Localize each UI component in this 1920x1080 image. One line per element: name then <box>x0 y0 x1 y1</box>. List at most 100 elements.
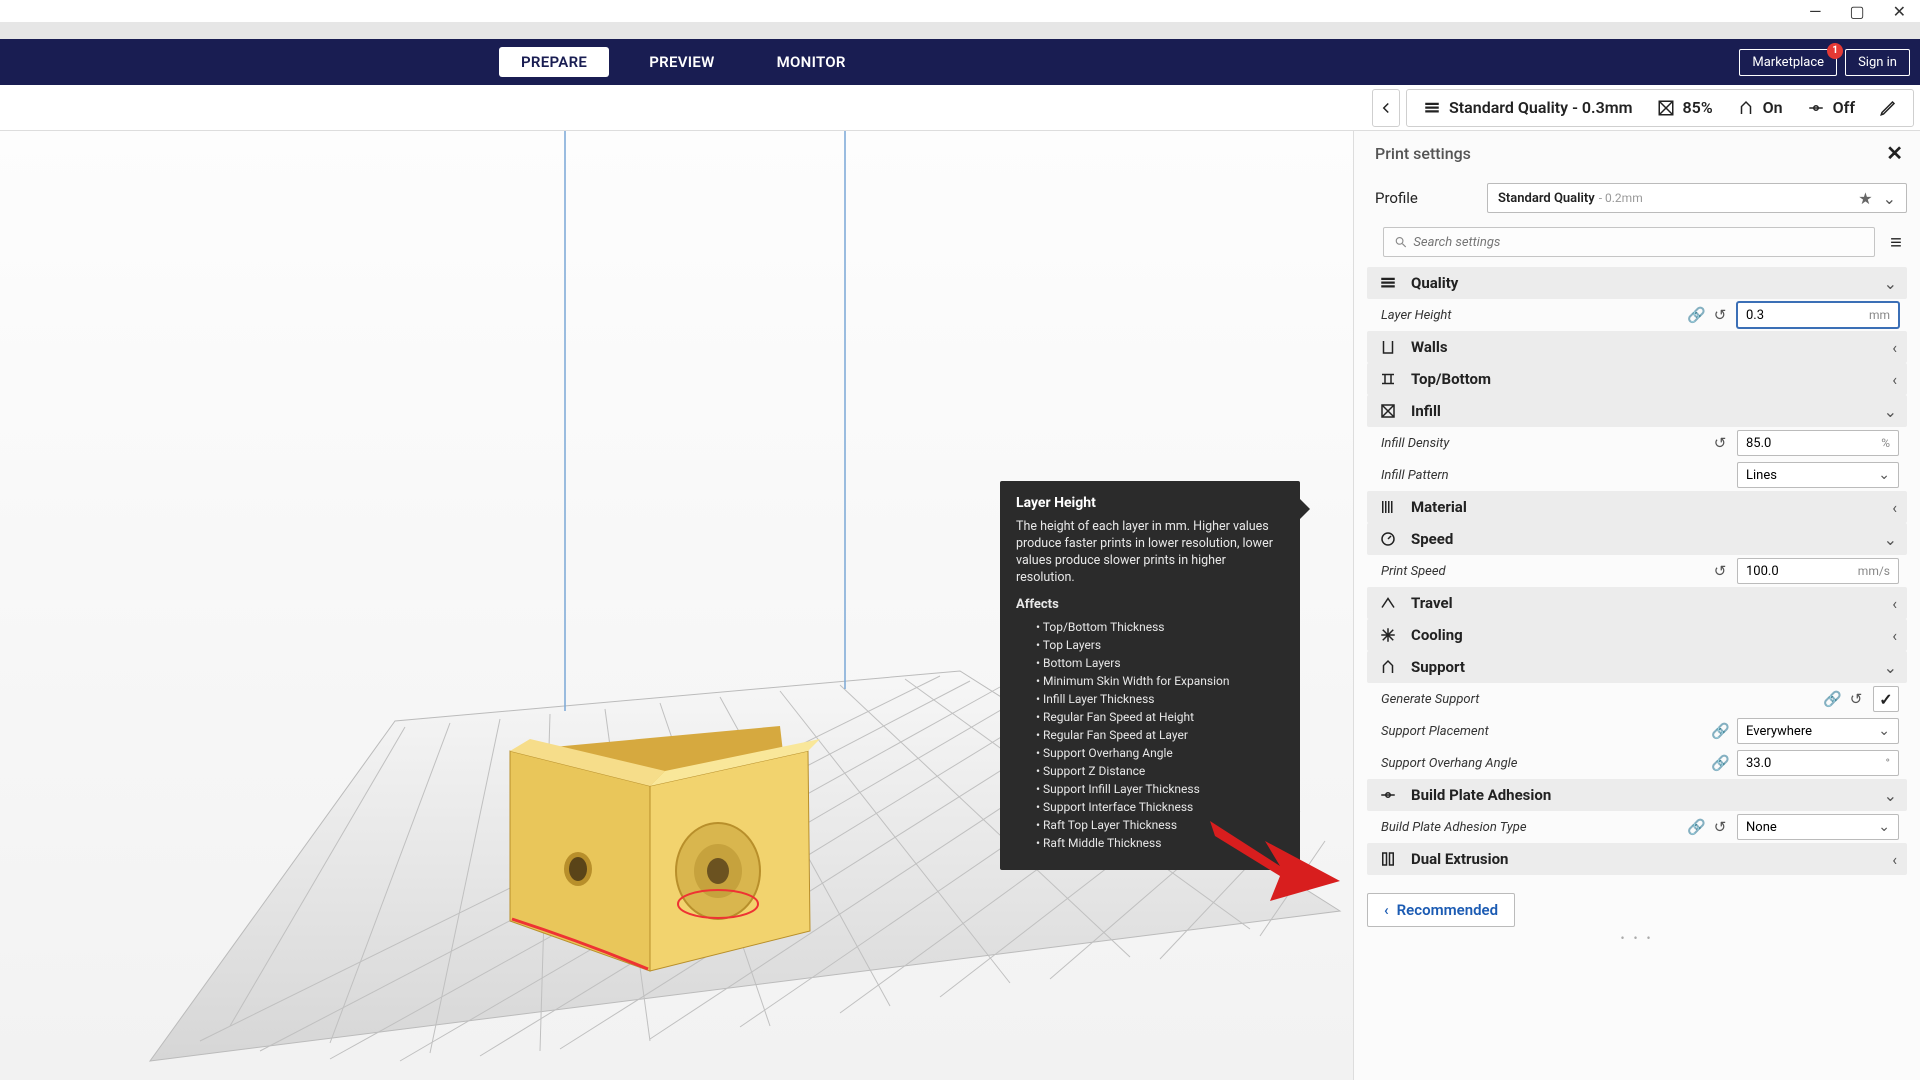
tooltip-affects-item: Bottom Layers <box>1036 654 1284 672</box>
tooltip-affects-list: Top/Bottom Thickness Top Layers Bottom L… <box>1016 618 1284 852</box>
model-bracket[interactable] <box>510 726 820 971</box>
section-travel[interactable]: Travel ‹ <box>1367 587 1907 619</box>
quality-icon <box>1377 274 1399 292</box>
dual-icon <box>1377 850 1399 868</box>
tooltip-affects-item: Regular Fan Speed at Height <box>1036 708 1284 726</box>
support-icon <box>1377 658 1399 676</box>
adhesion-type-value: None <box>1746 820 1777 835</box>
infill-density-input[interactable]: % <box>1737 430 1899 456</box>
section-speed[interactable]: Speed ⌄ <box>1367 523 1907 555</box>
main-navbar: PREPARE PREVIEW MONITOR Marketplace 1 Si… <box>0 39 1920 85</box>
summary-collapse-button[interactable] <box>1372 89 1400 127</box>
panel-close-button[interactable]: ✕ <box>1886 141 1903 165</box>
tooltip-affects-item: Minimum Skin Width for Expansion <box>1036 672 1284 690</box>
section-infill-title: Infill <box>1411 402 1441 420</box>
setting-label: Support Overhang Angle <box>1381 756 1641 771</box>
minimize-button[interactable]: — <box>1809 2 1822 21</box>
section-support[interactable]: Support ⌄ <box>1367 651 1907 683</box>
setting-label: Layer Height <box>1381 308 1641 323</box>
section-material[interactable]: Material ‹ <box>1367 491 1907 523</box>
tooltip-affects-item: Support Z Distance <box>1036 762 1284 780</box>
panel-title: Print settings <box>1375 144 1471 163</box>
link-icon[interactable]: 🔗 <box>1711 722 1729 740</box>
reset-icon[interactable]: ↺ <box>1711 434 1729 452</box>
summary-box[interactable]: Standard Quality - 0.3mm 85% On Off <box>1406 89 1914 127</box>
chevron-down-icon: ⌄ <box>1883 189 1896 208</box>
reset-icon[interactable]: ↺ <box>1847 690 1865 708</box>
close-window-button[interactable]: ✕ <box>1893 2 1906 21</box>
panel-resize-handle[interactable]: • • • <box>1363 927 1911 949</box>
pencil-icon[interactable] <box>1879 99 1897 117</box>
section-support-title: Support <box>1411 658 1465 676</box>
chevron-down-icon: ⌄ <box>1878 467 1890 483</box>
tab-monitor[interactable]: MONITOR <box>755 47 868 77</box>
link-icon[interactable]: 🔗 <box>1823 690 1841 708</box>
setting-label: Infill Density <box>1381 436 1641 451</box>
settings-summary-bar: Standard Quality - 0.3mm 85% On Off <box>0 85 1920 131</box>
infill-pattern-select[interactable]: Lines ⌄ <box>1737 462 1899 488</box>
chevron-left-icon: ‹ <box>1384 901 1389 919</box>
cooling-icon <box>1377 626 1399 644</box>
setting-support-placement: Support Placement 🔗 Everywhere ⌄ <box>1367 715 1907 747</box>
summary-support-text: On <box>1763 98 1783 117</box>
walls-icon <box>1377 338 1399 356</box>
tab-preview[interactable]: PREVIEW <box>627 47 736 77</box>
link-icon[interactable]: 🔗 <box>1687 306 1705 324</box>
section-cooling[interactable]: Cooling ‹ <box>1367 619 1907 651</box>
chevron-left-icon: ‹ <box>1892 498 1897 517</box>
setting-label: Support Placement <box>1381 724 1641 739</box>
layer-height-field[interactable] <box>1746 308 1869 323</box>
summary-adhesion-text: Off <box>1833 98 1855 117</box>
print-speed-field[interactable] <box>1746 564 1858 579</box>
support-angle-input[interactable]: ° <box>1737 750 1899 776</box>
section-quality[interactable]: Quality ⌄ <box>1367 267 1907 299</box>
star-icon[interactable]: ★ <box>1858 189 1872 208</box>
unit-label: % <box>1881 436 1890 450</box>
setting-label: Infill Pattern <box>1381 468 1641 483</box>
section-quality-title: Quality <box>1411 274 1458 292</box>
layer-height-input[interactable]: mm <box>1737 302 1899 328</box>
infill-density-field[interactable] <box>1746 436 1881 451</box>
section-adhesion[interactable]: Build Plate Adhesion ⌄ <box>1367 779 1907 811</box>
reset-icon[interactable]: ↺ <box>1711 818 1729 836</box>
search-icon <box>1394 235 1407 249</box>
print-speed-input[interactable]: mm/s <box>1737 558 1899 584</box>
tooltip-affects-item: Top/Bottom Thickness <box>1036 618 1284 636</box>
tab-prepare[interactable]: PREPARE <box>499 47 609 77</box>
section-infill[interactable]: Infill ⌄ <box>1367 395 1907 427</box>
section-walls[interactable]: Walls ‹ <box>1367 331 1907 363</box>
summary-profile: Standard Quality - 0.3mm <box>1423 98 1633 117</box>
material-icon <box>1377 498 1399 516</box>
profile-row: Profile Standard Quality - 0.2mm ★ ⌄ <box>1363 175 1911 223</box>
maximize-button[interactable]: ▢ <box>1849 2 1864 21</box>
infill-icon <box>1377 402 1399 420</box>
recommended-button[interactable]: ‹ Recommended <box>1367 893 1515 927</box>
section-dual[interactable]: Dual Extrusion ‹ <box>1367 843 1907 875</box>
link-icon[interactable]: 🔗 <box>1687 818 1705 836</box>
profile-select[interactable]: Standard Quality - 0.2mm ★ ⌄ <box>1487 183 1907 213</box>
search-input[interactable] <box>1413 235 1864 250</box>
summary-adhesion: Off <box>1807 98 1855 117</box>
chevron-down-icon: ⌄ <box>1878 819 1890 835</box>
tooltip-body: The height of each layer in mm. Higher v… <box>1016 519 1284 587</box>
infill-pattern-value: Lines <box>1746 468 1777 483</box>
link-icon[interactable]: 🔗 <box>1711 754 1729 772</box>
summary-infill-text: 85% <box>1683 98 1713 117</box>
signin-button[interactable]: Sign in <box>1845 49 1910 76</box>
setting-infill-density: Infill Density ↺ % <box>1367 427 1907 459</box>
3d-viewport[interactable]: Layer Height The height of each layer in… <box>0 131 1353 1080</box>
unit-label: mm/s <box>1858 564 1890 578</box>
support-angle-field[interactable] <box>1746 756 1886 771</box>
setting-label: Generate Support <box>1381 692 1641 707</box>
reset-icon[interactable]: ↺ <box>1711 562 1729 580</box>
search-settings[interactable] <box>1383 227 1875 257</box>
generate-support-checkbox[interactable] <box>1873 686 1899 712</box>
adhesion-type-select[interactable]: None ⌄ <box>1737 814 1899 840</box>
reset-icon[interactable]: ↺ <box>1711 306 1729 324</box>
marketplace-button[interactable]: Marketplace 1 <box>1739 49 1837 76</box>
settings-visibility-button[interactable]: ≡ <box>1885 230 1907 255</box>
marketplace-badge: 1 <box>1827 43 1843 59</box>
section-topbottom[interactable]: Top/Bottom ‹ <box>1367 363 1907 395</box>
chevron-down-icon: ⌄ <box>1884 530 1897 549</box>
support-placement-select[interactable]: Everywhere ⌄ <box>1737 718 1899 744</box>
